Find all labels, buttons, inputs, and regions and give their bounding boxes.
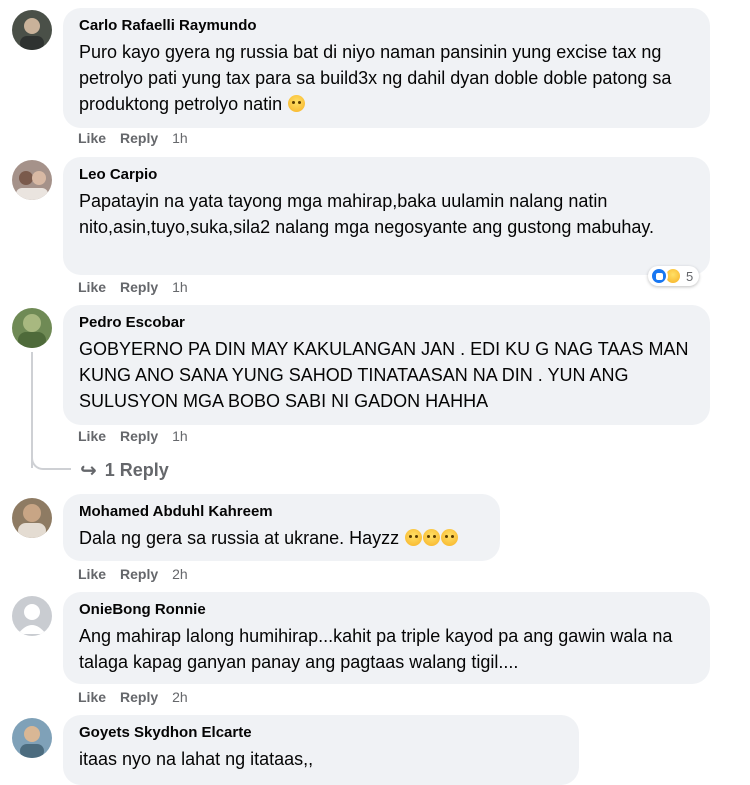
comment-text: Papatayin na yata tayong mga mahirap,bak… — [79, 191, 655, 237]
comment-bubble: Pedro Escobar GOBYERNO PA DIN MAY KAKULA… — [63, 305, 710, 425]
like-button[interactable]: Like — [78, 130, 106, 146]
comment-text: GOBYERNO PA DIN MAY KAKULANGAN JAN . EDI… — [79, 339, 689, 411]
comment-actions: Like Reply 1h — [78, 279, 188, 295]
comment-author[interactable]: Pedro Escobar — [79, 313, 694, 333]
comment-author[interactable]: OnieBong Ronnie — [79, 600, 694, 620]
comment-bubble: Leo Carpio Papatayin na yata tayong mga … — [63, 157, 710, 275]
comment-time[interactable]: 1h — [172, 130, 188, 146]
default-avatar-icon — [18, 604, 46, 634]
comment-text: itaas nyo na lahat ng itataas,, — [79, 749, 314, 769]
comment-actions: Like Reply 1h — [78, 428, 188, 444]
user-avatar-icon — [20, 726, 44, 758]
comment-author[interactable]: Goyets Skydhon Elcarte — [79, 723, 563, 743]
comment-text: Puro kayo gyera ng russia bat di niyo na… — [79, 42, 672, 114]
comment-author[interactable]: Mohamed Abduhl Kahreem — [79, 502, 484, 522]
avatar[interactable] — [12, 718, 52, 758]
thread-connector — [31, 450, 71, 470]
comment-time[interactable]: 2h — [172, 566, 188, 582]
replies-count: 1 Reply — [104, 460, 169, 480]
comment-time[interactable]: 1h — [172, 279, 188, 295]
sad-face-emoji-icon — [423, 529, 441, 546]
comment-actions: Like Reply 2h — [78, 566, 188, 582]
reaction-count: 5 — [686, 268, 694, 284]
comment-text: Ang mahirap lalong humihirap...kahit pa … — [79, 626, 673, 672]
reply-button[interactable]: Reply — [120, 566, 158, 582]
like-button[interactable]: Like — [78, 566, 106, 582]
comment-bubble: OnieBong Ronnie Ang mahirap lalong humih… — [63, 592, 710, 684]
comment-actions: Like Reply 2h — [78, 689, 188, 705]
reply-arrow-icon: ↪ — [80, 460, 97, 482]
comment-bubble: Carlo Rafaelli Raymundo Puro kayo gyera … — [63, 8, 710, 128]
comment-author[interactable]: Leo Carpio — [79, 165, 694, 185]
weary-face-emoji-icon — [288, 95, 306, 112]
comment-text: Dala ng gera sa russia at ukrane. Hayzz — [79, 528, 400, 548]
comment-actions: Like Reply 1h — [78, 130, 188, 146]
user-avatar-icon — [18, 314, 46, 348]
comment-time[interactable]: 2h — [172, 689, 188, 705]
comment-author[interactable]: Carlo Rafaelli Raymundo — [79, 16, 694, 36]
view-replies-link[interactable]: ↪ 1 Reply — [80, 458, 169, 483]
comment-bubble: Goyets Skydhon Elcarte itaas nyo na laha… — [63, 715, 579, 785]
reply-button[interactable]: Reply — [120, 428, 158, 444]
like-button[interactable]: Like — [78, 428, 106, 444]
like-reaction-icon — [650, 267, 668, 285]
avatar[interactable] — [12, 160, 52, 200]
sad-face-emoji-icon — [405, 529, 423, 546]
sad-face-emoji-icon — [441, 529, 459, 546]
reply-button[interactable]: Reply — [120, 689, 158, 705]
comment-time[interactable]: 1h — [172, 428, 188, 444]
reaction-summary[interactable]: 5 — [648, 266, 700, 286]
user-avatar-icon — [20, 18, 44, 50]
avatar[interactable] — [12, 596, 52, 636]
like-button[interactable]: Like — [78, 689, 106, 705]
comment-bubble: Mohamed Abduhl Kahreem Dala ng gera sa r… — [63, 494, 500, 561]
user-avatar-icon — [18, 504, 46, 538]
like-button[interactable]: Like — [78, 279, 106, 295]
avatar[interactable] — [12, 10, 52, 50]
avatar[interactable] — [12, 498, 52, 538]
user-avatar-icon — [16, 171, 48, 200]
reply-button[interactable]: Reply — [120, 279, 158, 295]
reply-button[interactable]: Reply — [120, 130, 158, 146]
avatar[interactable] — [12, 308, 52, 348]
